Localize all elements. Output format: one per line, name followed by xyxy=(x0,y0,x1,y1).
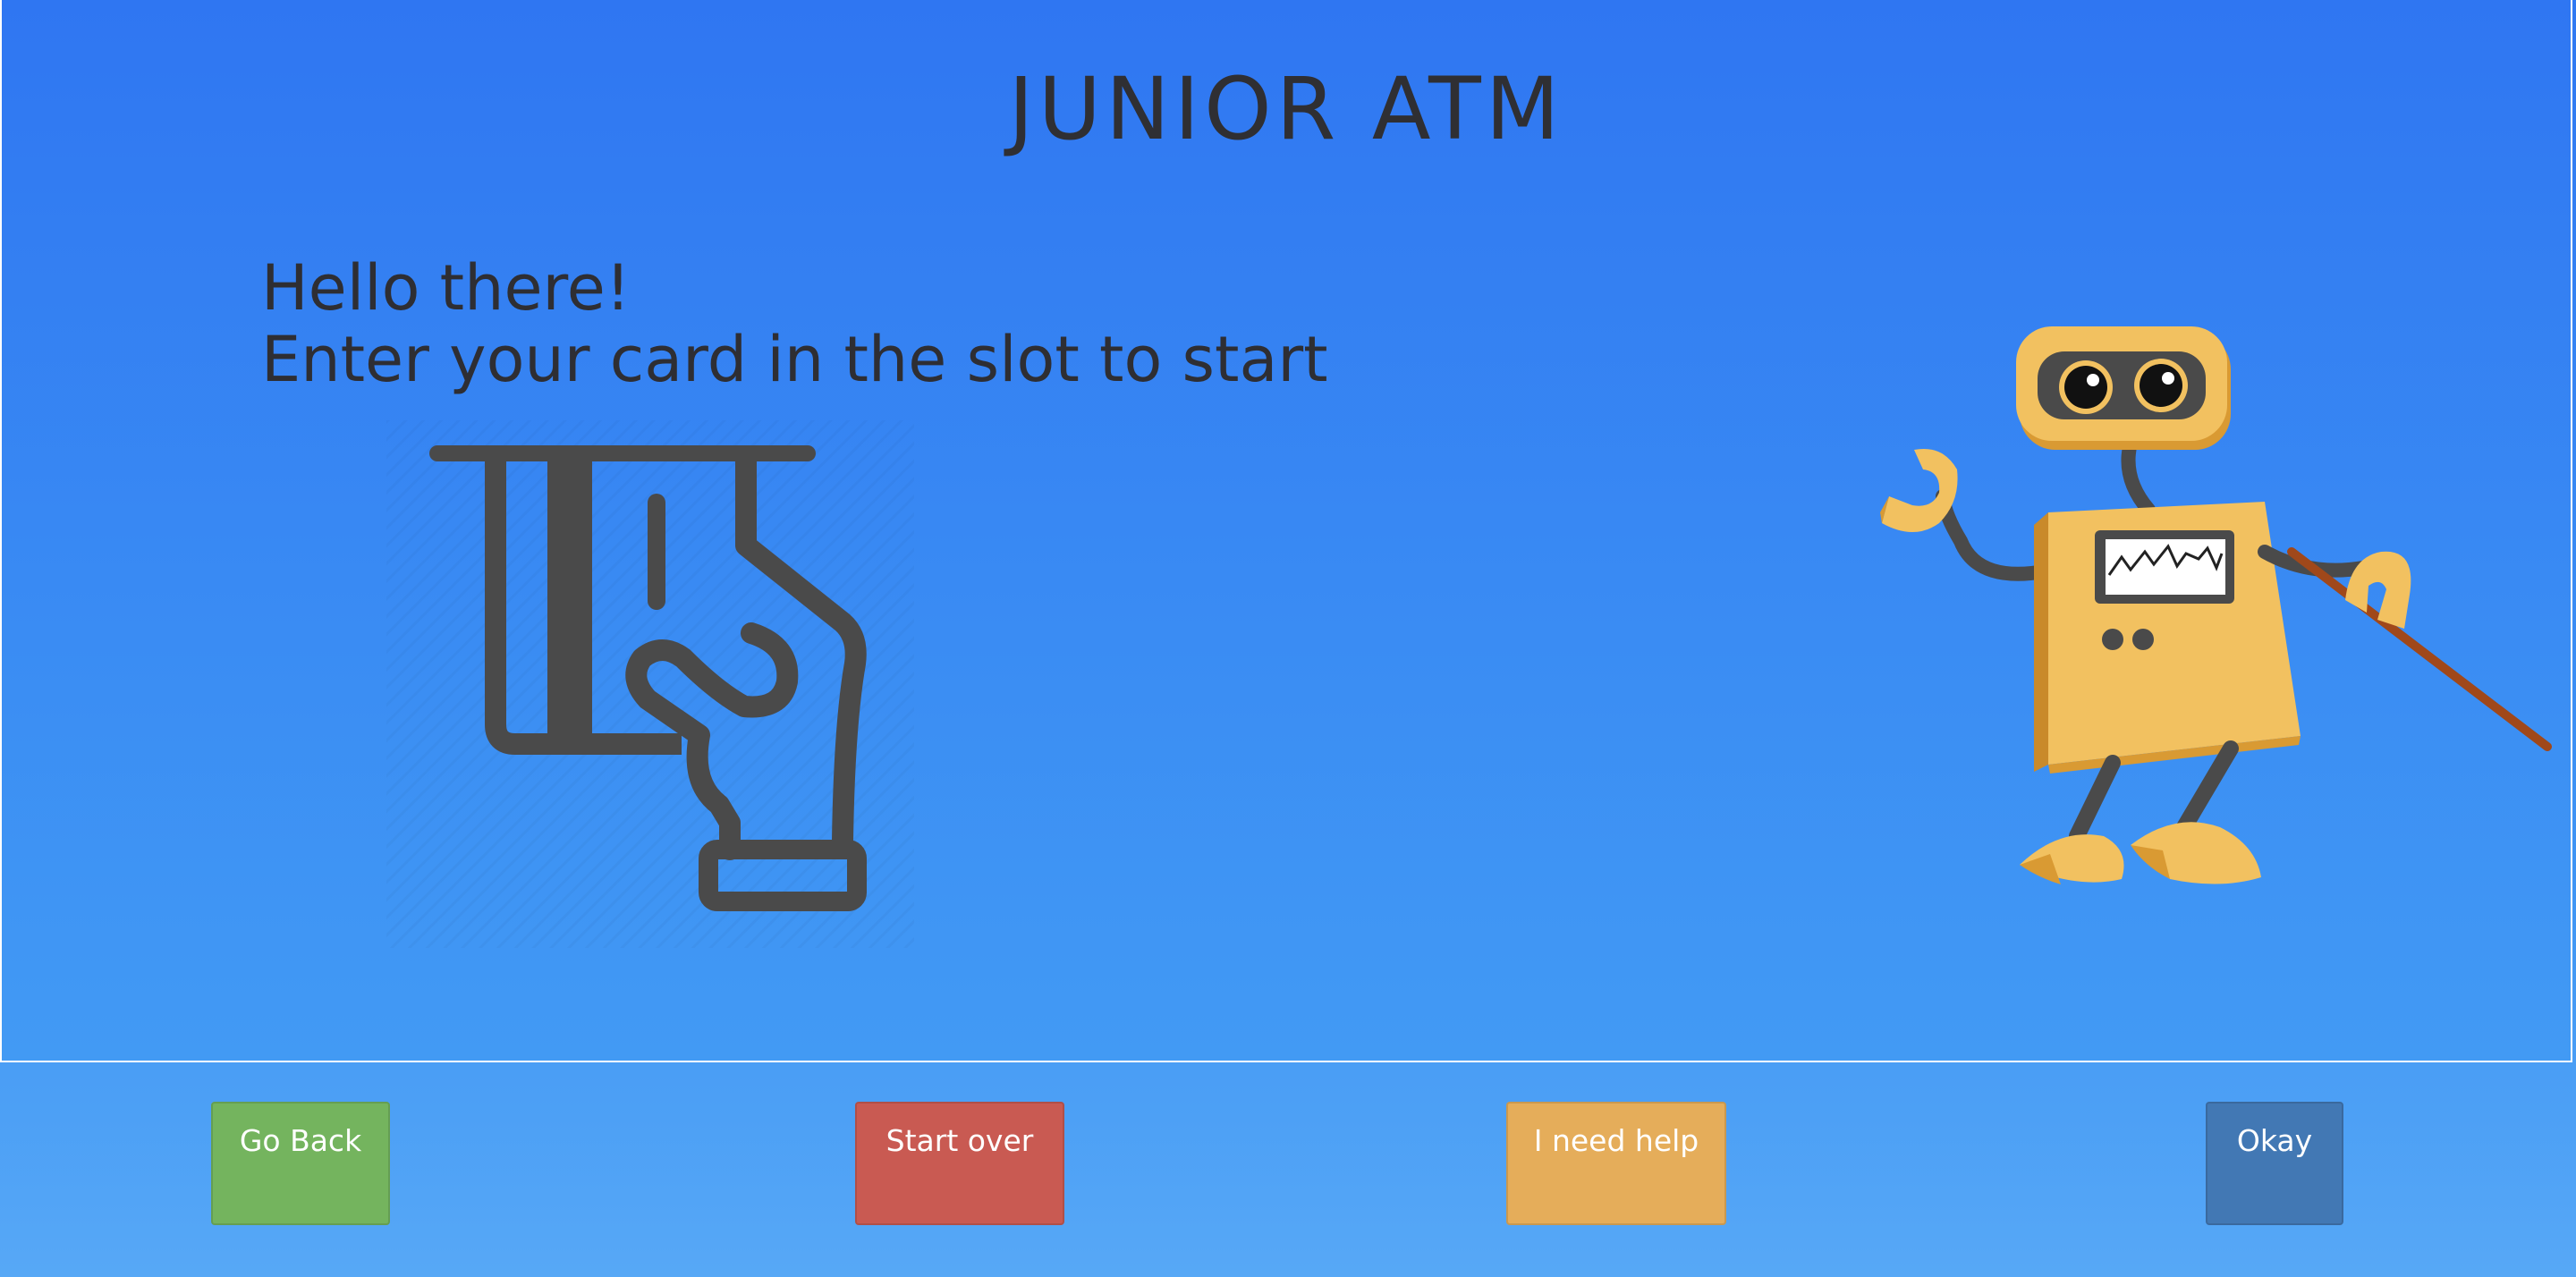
page-title: JUNIOR ATM xyxy=(1008,59,1564,159)
atm-screen: JUNIOR ATM Hello there! Enter your card … xyxy=(0,0,2572,1062)
greeting-line-1: Hello there! xyxy=(261,251,631,325)
robot-mascot xyxy=(1880,326,2552,884)
go-back-button[interactable]: Go Back xyxy=(211,1102,390,1225)
greeting-message: Hello there! Enter your card in the slot… xyxy=(261,252,1328,395)
help-button[interactable]: I need help xyxy=(1506,1102,1726,1225)
okay-button[interactable]: Okay xyxy=(2206,1102,2343,1225)
card-insert-hand-icon xyxy=(386,420,914,948)
start-over-button[interactable]: Start over xyxy=(855,1102,1064,1225)
greeting-instruction: Enter your card in the slot to start xyxy=(261,323,1328,396)
